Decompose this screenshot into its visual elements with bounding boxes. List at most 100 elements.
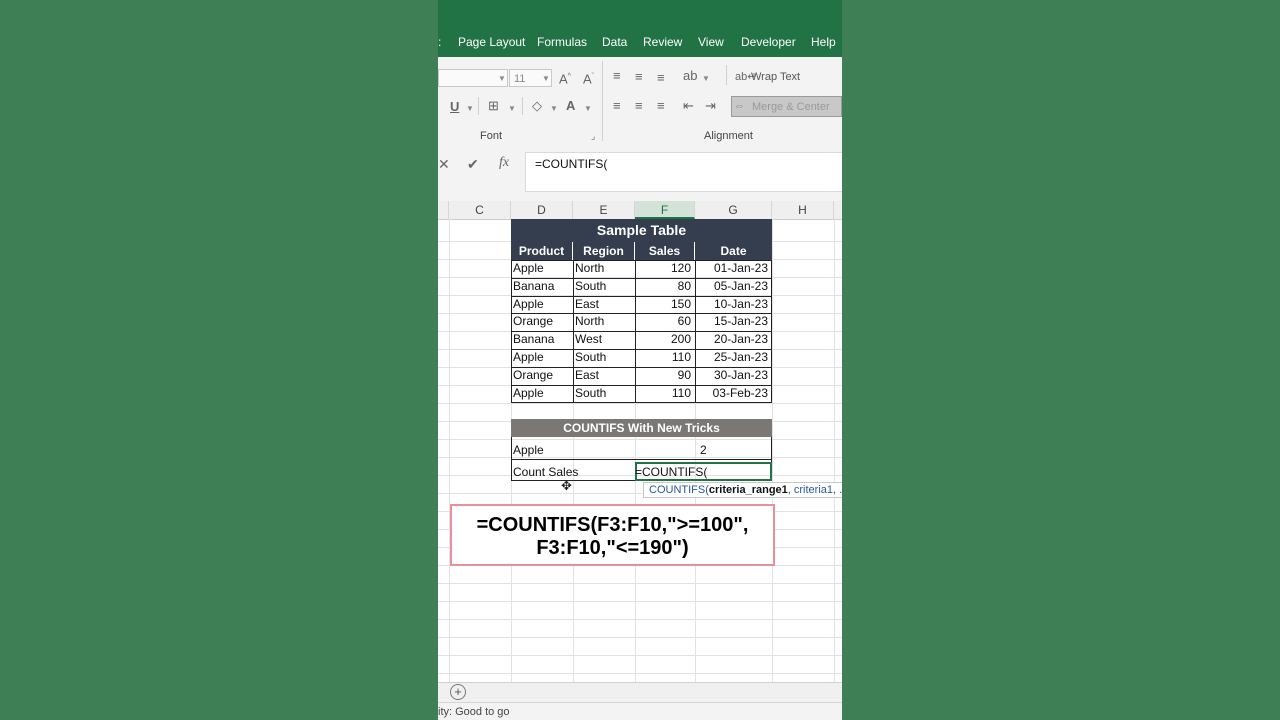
table-cell[interactable]: Orange xyxy=(511,367,571,385)
tab-formulas[interactable]: Formulas xyxy=(537,35,587,49)
sheet-tab-bar: + xyxy=(438,682,842,703)
column-header-partial[interactable] xyxy=(438,201,449,219)
table-cell[interactable]: 05-Jan-23 xyxy=(695,278,768,296)
table-border xyxy=(771,260,772,403)
formula-bar: ✕ ✔ fx =COUNTIFS( xyxy=(438,145,842,201)
table-cell[interactable]: 80 xyxy=(635,278,691,296)
header-date[interactable]: Date xyxy=(695,242,772,260)
align-right-icon[interactable]: ≡ xyxy=(657,99,665,113)
grid-row-line xyxy=(438,619,842,620)
table-cell[interactable]: 150 xyxy=(635,296,691,314)
table-cell[interactable]: 10-Jan-23 xyxy=(695,296,768,314)
font-dialog-launcher-icon[interactable]: ⌟ xyxy=(591,129,595,143)
borders-icon[interactable]: ⊞ xyxy=(488,99,499,113)
underline-icon[interactable]: U xyxy=(450,100,459,114)
header-product[interactable]: Product xyxy=(511,242,573,260)
ribbon-tab-bar: : Page Layout Formulas Data Review View … xyxy=(438,0,842,57)
decrease-font-size-icon[interactable]: Aˇ xyxy=(583,70,594,86)
table-cell[interactable]: 20-Jan-23 xyxy=(695,331,768,349)
column-header-e[interactable]: E xyxy=(573,201,635,219)
alignment-group-label: Alignment xyxy=(704,130,753,142)
table-border xyxy=(511,349,772,350)
table-cell[interactable]: 03-Feb-23 xyxy=(695,385,768,403)
table-border xyxy=(511,277,772,279)
table-cell[interactable]: South xyxy=(573,385,633,403)
formula-input[interactable]: =COUNTIFS( xyxy=(525,152,842,192)
table-cell[interactable]: South xyxy=(573,349,633,367)
insert-function-icon[interactable]: fx xyxy=(499,156,509,170)
table-cell[interactable]: 120 xyxy=(635,260,691,278)
table-cell[interactable]: Apple xyxy=(511,296,571,314)
table-cell[interactable]: East xyxy=(573,367,633,385)
tooltip-arg1: criteria_range1 xyxy=(708,484,788,496)
column-header-h[interactable]: H xyxy=(772,201,834,219)
table-cell[interactable]: 01-Jan-23 xyxy=(695,260,768,278)
table-cell[interactable]: North xyxy=(573,260,633,278)
countifs-apple-label[interactable]: Apple xyxy=(513,442,544,459)
table-cell[interactable]: 30-Jan-23 xyxy=(695,367,768,385)
table-cell[interactable]: 200 xyxy=(635,331,691,349)
sample-table-title[interactable]: Sample Table xyxy=(511,219,772,242)
chevron-down-icon: ▼ xyxy=(466,104,474,113)
tab-page-layout[interactable]: Page Layout xyxy=(458,35,525,49)
table-cell[interactable]: Orange xyxy=(511,313,571,331)
merge-center-button[interactable]: ⇔ Merge & Center xyxy=(731,96,842,117)
table-cell[interactable]: Banana xyxy=(511,331,571,349)
table-cell[interactable]: East xyxy=(573,296,633,314)
align-center-icon[interactable]: ≡ xyxy=(635,99,643,113)
column-header-c[interactable]: C xyxy=(449,201,511,219)
column-header-d[interactable]: D xyxy=(511,201,573,219)
align-left-icon[interactable]: ≡ xyxy=(613,99,621,113)
active-cell-formula: =COUNTIFS( xyxy=(635,465,708,479)
group-divider xyxy=(602,61,603,141)
enter-check-icon[interactable]: ✔ xyxy=(467,157,479,171)
table-cell[interactable]: 90 xyxy=(635,367,691,385)
divider xyxy=(522,97,523,115)
tab-overflow[interactable]: : xyxy=(438,35,441,49)
table-cell[interactable]: Apple xyxy=(511,349,571,367)
table-cell[interactable]: Banana xyxy=(511,278,571,296)
table-cell[interactable]: Apple xyxy=(511,385,571,403)
add-sheet-icon[interactable]: + xyxy=(450,684,466,700)
table-border xyxy=(511,331,772,333)
tooltip-rest: , criteria1, ... xyxy=(787,484,842,496)
accessibility-status[interactable]: ity: Good to go xyxy=(438,703,510,720)
table-cell[interactable]: 25-Jan-23 xyxy=(695,349,768,367)
table-cell[interactable]: 15-Jan-23 xyxy=(695,313,768,331)
table-cell[interactable]: South xyxy=(573,278,633,296)
increase-indent-icon[interactable]: ⇥ xyxy=(705,99,716,113)
table-cell[interactable]: 110 xyxy=(635,385,691,403)
middle-align-icon[interactable]: ≡ xyxy=(635,70,643,84)
tooltip-fn: COUNTIFS( xyxy=(649,484,709,496)
tab-developer[interactable]: Developer xyxy=(741,35,796,49)
table-cell[interactable]: 60 xyxy=(635,313,691,331)
font-color-icon[interactable]: A xyxy=(566,99,575,113)
table-border xyxy=(511,260,772,261)
grid-row-line xyxy=(438,457,842,458)
table-cell[interactable]: West xyxy=(573,331,633,349)
tab-view[interactable]: View xyxy=(698,35,724,49)
header-sales[interactable]: Sales xyxy=(635,242,695,260)
orientation-icon[interactable]: ab xyxy=(683,69,697,83)
wrap-text-button[interactable]: Wrap Text xyxy=(751,71,800,83)
header-region[interactable]: Region xyxy=(573,242,635,260)
tab-help[interactable]: Help xyxy=(811,35,836,49)
column-header-f[interactable]: F xyxy=(635,201,695,219)
table-cell[interactable]: 110 xyxy=(635,349,691,367)
tab-review[interactable]: Review xyxy=(643,35,682,49)
table-cell[interactable]: Apple xyxy=(511,260,571,278)
table-border xyxy=(511,459,772,460)
top-align-icon[interactable]: ≡ xyxy=(613,69,621,83)
cancel-icon[interactable]: ✕ xyxy=(438,157,450,171)
fill-color-icon[interactable]: ◇ xyxy=(532,99,542,113)
countifs-table-title[interactable]: COUNTIFS With New Tricks xyxy=(511,419,772,437)
increase-font-size-icon[interactable]: A^ xyxy=(559,70,571,86)
bottom-align-icon[interactable]: ≡ xyxy=(657,71,665,85)
countifs-apple-result[interactable]: 2 xyxy=(700,442,707,459)
excel-window: : Page Layout Formulas Data Review View … xyxy=(438,0,842,720)
tab-data[interactable]: Data xyxy=(602,35,627,49)
column-header-g[interactable]: G xyxy=(695,201,772,219)
function-tooltip[interactable]: COUNTIFS(criteria_range1, criteria1, ... xyxy=(643,482,842,498)
decrease-indent-icon[interactable]: ⇤ xyxy=(683,99,694,113)
table-cell[interactable]: North xyxy=(573,313,633,331)
